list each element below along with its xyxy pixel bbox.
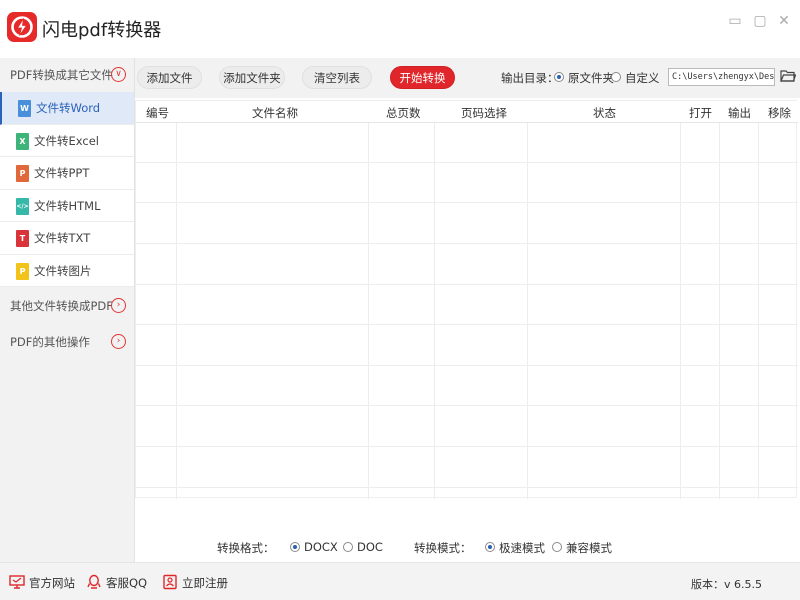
sidebar-item-label: 文件转图片 (34, 263, 92, 278)
sidebar-section-label: 其他文件转换成PDF (10, 299, 113, 313)
sidebar-section-other-to-pdf[interactable]: 其他文件转换成PDF › (0, 289, 134, 323)
output-dir-label: 输出目录： (501, 71, 559, 85)
app-title: 闪电pdf转换器 (42, 20, 162, 41)
row-divider (136, 202, 798, 203)
chevron-down-icon: ∨ (111, 67, 126, 82)
row-divider (136, 243, 798, 244)
monitor-icon[interactable] (9, 574, 25, 590)
qq-icon[interactable] (86, 574, 102, 590)
sidebar-item-label: 文件转TXT (34, 231, 91, 245)
column-header-status: 状态 (593, 106, 616, 120)
title-bar: 闪电pdf转换器 ▭ ▢ ✕ (0, 0, 800, 58)
format-label: 转换格式： (217, 541, 275, 555)
sidebar-item-label: 文件转Word (36, 101, 101, 115)
sidebar-item-word[interactable]: W 文件转Word (0, 92, 134, 125)
column-divider (527, 123, 528, 499)
official-website-link[interactable]: 官方网站 (29, 575, 75, 591)
mode-compat-radio[interactable] (552, 542, 562, 552)
txt-file-icon: T (16, 230, 29, 247)
output-source-folder-radio[interactable] (554, 72, 564, 82)
column-divider (680, 123, 681, 499)
output-source-folder-label: 原文件夹 (568, 71, 614, 85)
mode-compat-label: 兼容模式 (566, 541, 612, 555)
column-header-remove: 移除 (768, 106, 791, 120)
row-divider (136, 365, 798, 366)
column-header-pages: 总页数 (386, 106, 421, 120)
chevron-right-icon: › (111, 334, 126, 349)
column-header-page-select: 页码选择 (461, 106, 507, 120)
output-custom-label: 自定义 (625, 71, 660, 85)
start-convert-button[interactable]: 开始转换 (390, 66, 455, 89)
sidebar-item-ppt[interactable]: P 文件转PPT (0, 157, 134, 190)
column-divider (368, 123, 369, 499)
column-header-number: 编号 (146, 106, 169, 120)
sidebar: PDF转换成其它文件 ∨ W 文件转Word X 文件转Excel P 文件转P… (0, 58, 135, 562)
excel-file-icon: X (16, 132, 29, 150)
row-divider (136, 324, 798, 325)
chevron-right-icon: › (111, 298, 126, 313)
maximize-icon[interactable]: ▢ (753, 14, 767, 28)
app-logo-icon (7, 12, 37, 42)
format-doc-radio[interactable] (343, 542, 353, 552)
add-folder-button[interactable]: 添加文件夹 (219, 66, 285, 89)
column-header-filename: 文件名称 (252, 106, 298, 120)
column-divider (176, 123, 177, 499)
version-label: 版本：v 6.5.5 (691, 578, 762, 591)
table-header: 编号 文件名称 总页数 页码选择 状态 打开 输出 移除 (136, 101, 798, 123)
sidebar-item-label: 文件转PPT (34, 166, 90, 180)
sidebar-item-label: 文件转HTML (34, 198, 101, 213)
format-doc-label: DOC (357, 540, 383, 554)
mode-fast-radio[interactable] (485, 542, 495, 552)
mode-fast-label: 极速模式 (499, 541, 545, 555)
format-docx-radio[interactable] (290, 542, 300, 552)
sidebar-item-excel[interactable]: X 文件转Excel (0, 124, 134, 157)
row-divider (136, 162, 798, 163)
conversion-options: 转换格式： DOCX DOC 转换模式： 极速模式 兼容模式 (135, 535, 800, 561)
row-divider (136, 284, 798, 285)
output-path-field[interactable]: C:\Users\zhengyx\Desktop\ (668, 68, 775, 86)
row-divider (136, 405, 798, 406)
sidebar-item-txt[interactable]: T 文件转TXT (0, 222, 134, 255)
column-divider (719, 123, 720, 499)
sidebar-item-label: 文件转Excel (34, 133, 99, 148)
register-icon[interactable] (162, 574, 178, 590)
row-divider (136, 487, 798, 488)
file-table: 编号 文件名称 总页数 页码选择 状态 打开 输出 移除 (135, 100, 798, 499)
sidebar-section-pdf-to-other[interactable]: PDF转换成其它文件 ∨ (0, 58, 134, 92)
minimize-icon[interactable]: ▭ (728, 14, 742, 28)
word-file-icon: W (18, 100, 31, 117)
customer-service-qq-link[interactable]: 客服QQ (106, 575, 147, 591)
add-file-button[interactable]: 添加文件 (137, 66, 202, 89)
toolbar: 添加文件 添加文件夹 清空列表 开始转换 输出目录： 原文件夹 自定义 C:\U… (135, 58, 800, 98)
sidebar-item-image[interactable]: P 文件转图片 (0, 254, 134, 287)
close-icon[interactable]: ✕ (777, 14, 791, 28)
ppt-file-icon: P (16, 165, 29, 182)
column-divider (758, 123, 759, 499)
sidebar-item-html[interactable]: </> 文件转HTML (0, 189, 134, 222)
output-custom-radio[interactable] (611, 72, 621, 82)
sidebar-items: W 文件转Word X 文件转Excel P 文件转PPT </> 文件转HTM… (0, 92, 134, 287)
row-divider (136, 446, 798, 447)
column-divider (434, 123, 435, 499)
mode-label: 转换模式： (414, 541, 472, 555)
sidebar-section-label: PDF转换成其它文件 (10, 68, 113, 82)
column-header-output: 输出 (728, 106, 751, 120)
column-header-open: 打开 (689, 106, 712, 120)
register-now-link[interactable]: 立即注册 (182, 575, 228, 591)
image-file-icon: P (16, 262, 29, 280)
sidebar-section-label: PDF的其他操作 (10, 335, 90, 349)
footer: 官方网站 客服QQ 立即注册 版本：v 6.5.5 (0, 562, 800, 600)
format-docx-label: DOCX (304, 540, 338, 554)
folder-open-icon[interactable] (780, 69, 796, 83)
html-file-icon: </> (16, 197, 29, 215)
clear-list-button[interactable]: 清空列表 (302, 66, 372, 89)
sidebar-section-pdf-ops[interactable]: PDF的其他操作 › (0, 325, 134, 359)
